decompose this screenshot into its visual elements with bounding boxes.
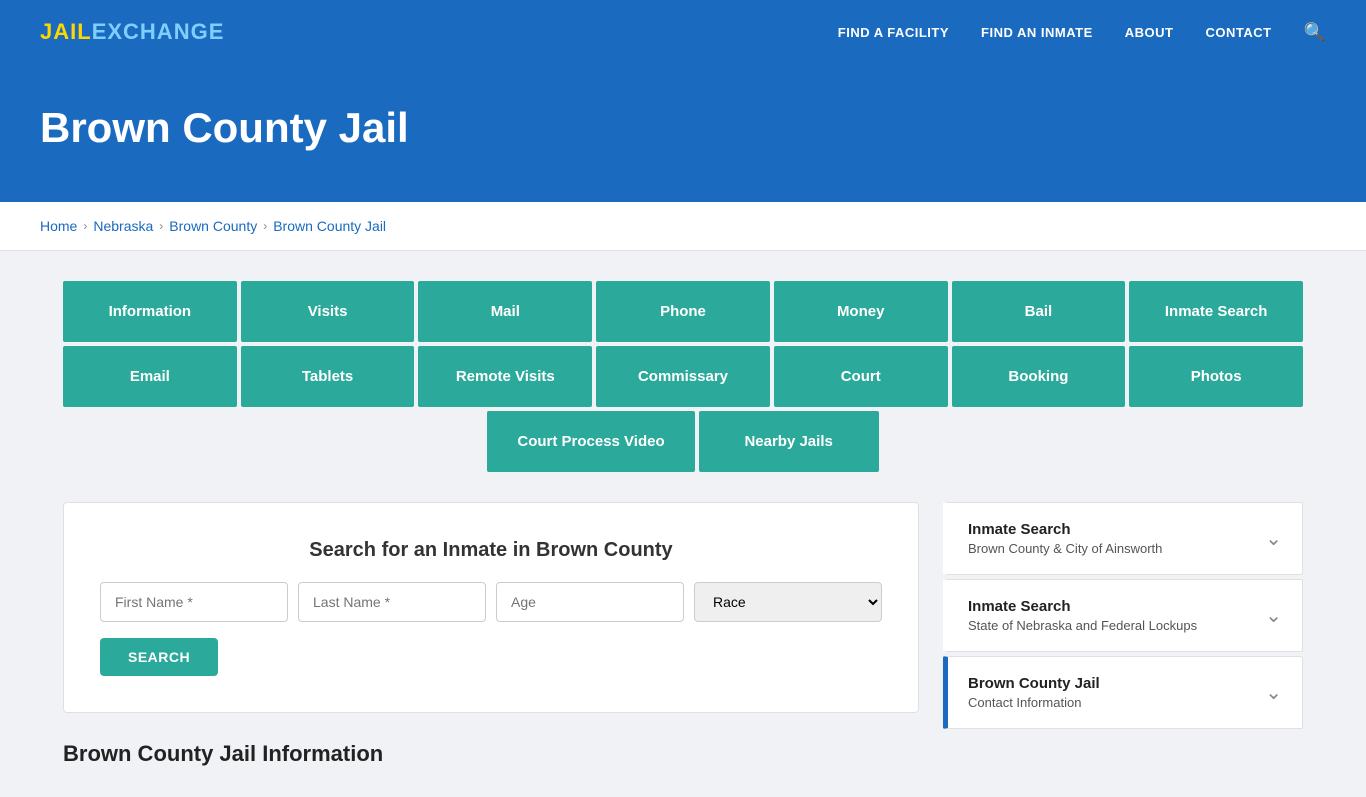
btn-commissary[interactable]: Commissary xyxy=(596,346,770,407)
btn-information[interactable]: Information xyxy=(63,281,237,342)
navigation: JAILEXCHANGE FIND A FACILITY FIND AN INM… xyxy=(0,0,1366,64)
search-button[interactable]: SEARCH xyxy=(100,638,218,676)
category-grid-row2: Email Tablets Remote Visits Commissary C… xyxy=(63,346,1303,407)
nav-find-facility[interactable]: FIND A FACILITY xyxy=(838,25,949,40)
logo-exchange: EXCHANGE xyxy=(92,19,225,44)
age-input[interactable] xyxy=(496,582,684,622)
nav-find-inmate[interactable]: FIND AN INMATE xyxy=(981,25,1093,40)
inmate-search-panel: Search for an Inmate in Brown County Rac… xyxy=(63,502,919,713)
race-select[interactable]: Race xyxy=(694,582,882,622)
breadcrumb-sep-1: › xyxy=(83,219,87,233)
chevron-down-icon-2: ⌄ xyxy=(1265,680,1282,705)
search-title: Search for an Inmate in Brown County xyxy=(100,539,882,562)
hero-banner: Brown County Jail xyxy=(0,64,1366,202)
chevron-down-icon-1: ⌄ xyxy=(1265,603,1282,628)
breadcrumb-sep-3: › xyxy=(263,219,267,233)
sidebar-item-title-1: Inmate Search xyxy=(968,598,1197,615)
nav-contact[interactable]: CONTACT xyxy=(1205,25,1271,40)
btn-court-process-video[interactable]: Court Process Video xyxy=(487,411,694,472)
btn-remote-visits[interactable]: Remote Visits xyxy=(418,346,592,407)
content-wrapper: Information Visits Mail Phone Money Bail… xyxy=(23,251,1343,797)
btn-mail[interactable]: Mail xyxy=(418,281,592,342)
sidebar-item-inmate-search-county[interactable]: Inmate Search Brown County & City of Ain… xyxy=(943,502,1303,575)
last-name-input[interactable] xyxy=(298,582,486,622)
breadcrumb: Home › Nebraska › Brown County › Brown C… xyxy=(0,202,1366,251)
sidebar-item-sub-1: State of Nebraska and Federal Lockups xyxy=(968,618,1197,633)
breadcrumb-brown-county-jail[interactable]: Brown County Jail xyxy=(273,218,386,234)
category-grid-row3: Court Process Video Nearby Jails xyxy=(63,411,1303,472)
category-grid-row1: Information Visits Mail Phone Money Bail… xyxy=(63,281,1303,342)
main-sidebar-layout: Search for an Inmate in Brown County Rac… xyxy=(63,502,1303,767)
sidebar-item-title-2: Brown County Jail xyxy=(968,675,1100,692)
chevron-down-icon-0: ⌄ xyxy=(1265,526,1282,551)
btn-bail[interactable]: Bail xyxy=(952,281,1126,342)
btn-nearby-jails[interactable]: Nearby Jails xyxy=(699,411,879,472)
breadcrumb-brown-county[interactable]: Brown County xyxy=(169,218,257,234)
nav-about[interactable]: ABOUT xyxy=(1125,25,1174,40)
page-title: Brown County Jail xyxy=(40,104,1326,152)
btn-money[interactable]: Money xyxy=(774,281,948,342)
btn-email[interactable]: Email xyxy=(63,346,237,407)
btn-inmate-search[interactable]: Inmate Search xyxy=(1129,281,1303,342)
search-fields: Race xyxy=(100,582,882,622)
btn-photos[interactable]: Photos xyxy=(1129,346,1303,407)
logo-jail: JAIL xyxy=(40,19,92,44)
sidebar: Inmate Search Brown County & City of Ain… xyxy=(943,502,1303,733)
btn-phone[interactable]: Phone xyxy=(596,281,770,342)
btn-visits[interactable]: Visits xyxy=(241,281,415,342)
btn-court[interactable]: Court xyxy=(774,346,948,407)
nav-links: FIND A FACILITY FIND AN INMATE ABOUT CON… xyxy=(838,22,1326,43)
main-column: Search for an Inmate in Brown County Rac… xyxy=(63,502,919,767)
search-icon[interactable]: 🔍 xyxy=(1304,22,1326,43)
breadcrumb-sep-2: › xyxy=(159,219,163,233)
sidebar-item-sub-0: Brown County & City of Ainsworth xyxy=(968,541,1162,556)
btn-tablets[interactable]: Tablets xyxy=(241,346,415,407)
sidebar-item-title-0: Inmate Search xyxy=(968,521,1162,538)
breadcrumb-home[interactable]: Home xyxy=(40,218,77,234)
section-heading: Brown County Jail Information xyxy=(63,741,919,767)
sidebar-item-contact-info[interactable]: Brown County Jail Contact Information ⌄ xyxy=(943,656,1303,729)
sidebar-item-sub-2: Contact Information xyxy=(968,695,1100,710)
site-logo[interactable]: JAILEXCHANGE xyxy=(40,19,224,45)
sidebar-item-inmate-search-state[interactable]: Inmate Search State of Nebraska and Fede… xyxy=(943,579,1303,652)
btn-booking[interactable]: Booking xyxy=(952,346,1126,407)
breadcrumb-nebraska[interactable]: Nebraska xyxy=(93,218,153,234)
first-name-input[interactable] xyxy=(100,582,288,622)
